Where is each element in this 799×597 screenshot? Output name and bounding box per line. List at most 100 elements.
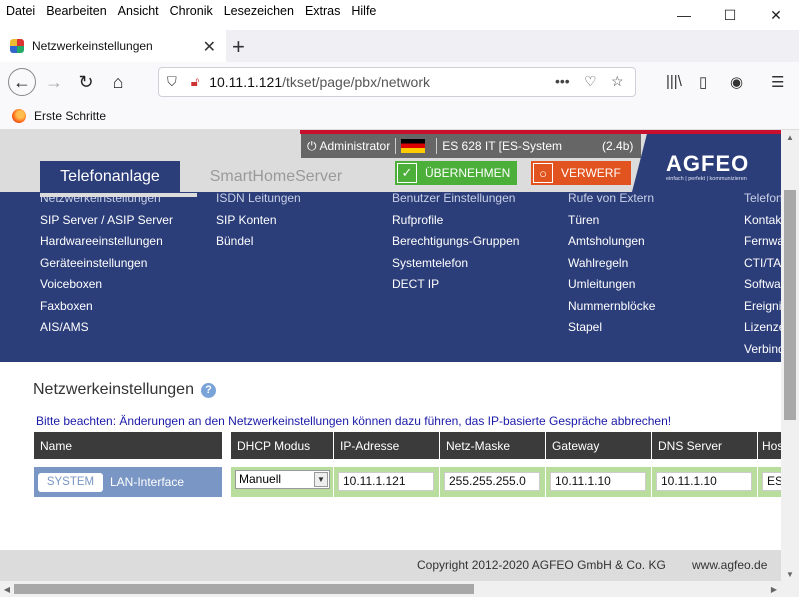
nav-item-ais-ams[interactable]: AIS/AMS [40,317,173,339]
nav-item-fernwartung[interactable]: Fernwartung [744,231,781,253]
nav-item-netzwerkeinstellungen[interactable]: Netzwerkeinstellungen [40,188,173,210]
nav-item-voiceboxen[interactable]: Voiceboxen [40,274,173,296]
horizontal-scroll-thumb[interactable] [14,584,474,594]
vertical-scroll-thumb[interactable] [784,190,796,420]
menu-datei[interactable]: Datei [6,4,35,18]
nav-item-stapel[interactable]: Stapel [568,317,655,339]
website-link[interactable]: www.agfeo.de [692,558,767,572]
vertical-scrollbar[interactable]: ▲ ▼ [781,130,799,581]
nav-item-sip-konten[interactable]: SIP Konten [216,210,301,232]
nav-item-tueren[interactable]: Türen [568,210,655,232]
horizontal-scrollbar[interactable]: ◀ ▶ [0,581,799,597]
nav-item-lizenzen[interactable]: Lizenzen [744,317,781,339]
header-name: Name [34,432,222,459]
nav-item-hardwareeinstellungen[interactable]: Hardwareeinstellungen [40,231,173,253]
back-icon[interactable]: ← [8,68,36,96]
nav-item-rufe-von-extern[interactable]: Rufe von Extern [568,188,655,210]
bookmark-erste-schritte[interactable]: Erste Schritte [34,109,106,123]
nav-item-rufprofile[interactable]: Rufprofile [392,210,519,232]
tab-netzwerkeinstellungen[interactable]: Netzwerkeinstellungen ✕ [0,30,226,62]
ip-address-input[interactable]: 10.11.1.121 [338,472,434,491]
dhcp-cell: Manuell ▼ [231,467,333,497]
menu-extras[interactable]: Extras [305,4,340,18]
nav-item-kontakte[interactable]: Kontakte [744,210,781,232]
account-icon[interactable]: ◉ [730,73,743,91]
page-title-text: Netzwerkeinstellungen [33,381,194,398]
nav-item-benutzer-einstellungen[interactable]: Benutzer Einstellungen [392,188,519,210]
user-label[interactable]: Administrator [320,139,391,153]
url-text[interactable]: 10.11.1.121/tkset/page/pbx/network [209,74,430,90]
scroll-right-icon[interactable]: ▶ [767,581,781,597]
app-header: ⏻ Administrator ES 628 IT [ES-System (2.… [0,130,781,192]
scroll-down-icon[interactable]: ▼ [781,567,799,581]
nav-item-ereignisse[interactable]: Ereignisse [744,296,781,318]
dns-cell: 10.11.1.10 [652,467,757,497]
nav-item-sip-server[interactable]: SIP Server / ASIP Server [40,210,173,232]
nav-item-isdn-leitungen[interactable]: ISDN Leitungen [216,188,301,210]
menu-bearbeiten[interactable]: Bearbeiten [46,4,106,18]
menu-ansicht[interactable]: Ansicht [118,4,159,18]
tab-close-icon[interactable]: ✕ [203,37,216,57]
nav-item-wahlregeln[interactable]: Wahlregeln [568,253,655,275]
web-content: ⏻ Administrator ES 628 IT [ES-System (2.… [0,130,781,581]
nav-item-software[interactable]: Software [744,274,781,296]
header-gateway: Gateway [546,432,651,459]
chevron-down-icon[interactable]: ▼ [314,472,328,487]
agfeo-favicon-icon [10,39,24,53]
window-controls: — ☐ ✕ [661,0,799,30]
nav-item-geraeteeinstellungen[interactable]: Geräteeinstellungen [40,253,173,275]
nav-item-buendel[interactable]: Bündel [216,231,301,253]
scroll-up-icon[interactable]: ▲ [781,130,799,144]
home-icon[interactable]: ⌂ [104,68,132,96]
menu-hilfe[interactable]: Hilfe [351,4,376,18]
nav-item-systemtelefon[interactable]: Systemtelefon [392,253,519,275]
nav-item-berechtigungs-gruppen[interactable]: Berechtigungs-Gruppen [392,231,519,253]
nav-item-amtsholungen[interactable]: Amtsholungen [568,231,655,253]
reload-icon[interactable]: ↻ [72,68,100,96]
nav-item-faxboxen[interactable]: Faxboxen [40,296,173,318]
dns-server-input[interactable]: 10.11.1.10 [656,472,752,491]
library-icon[interactable]: |||\ [666,73,682,90]
navigation-bar: ← → ↻ ⌂ ⛉ 🔓︎ 10.11.1.121/tkset/page/pbx/… [0,62,799,102]
sidebar-icon[interactable]: ▯ [699,73,707,91]
menu-chronik[interactable]: Chronik [170,4,213,18]
system-name: ES 628 IT [ES-System [442,139,563,153]
maximize-icon[interactable]: ☐ [707,0,753,30]
nav-item-nummernbloecke[interactable]: Nummernblöcke [568,296,655,318]
nav-item-dect-ip[interactable]: DECT IP [392,274,519,296]
menu-bar: Datei Bearbeiten Ansicht Chronik Lesezei… [0,0,387,22]
nav-item-cti-tapi[interactable]: CTI/TAPI [744,253,781,275]
menu-lesezeichen[interactable]: Lesezeichen [224,4,294,18]
minimize-icon[interactable]: — [661,0,707,30]
dhcp-mode-select[interactable]: Manuell ▼ [235,470,330,489]
copyright-text: Copyright 2012-2020 AGFEO GmbH & Co. KG [417,558,666,572]
insecure-lock-icon[interactable]: 🔓︎ [191,74,199,90]
nav-item-telefonbuch[interactable]: Telefonbuch [744,188,781,210]
german-flag-icon[interactable] [401,139,426,153]
discard-button[interactable]: ○ VERWERF [531,161,631,185]
help-icon[interactable]: ? [200,382,216,398]
page-actions-icon[interactable]: ••• [555,73,570,89]
tracking-shield-icon[interactable]: ⛉ [167,74,177,90]
netmask-input[interactable]: 255.255.255.0 [444,472,540,491]
scroll-left-icon[interactable]: ◀ [0,581,14,597]
nav-item-verbindungen[interactable]: Verbindungen [744,339,781,361]
nav-column-2: ISDN Leitungen SIP Konten Bündel [216,188,301,253]
new-tab-icon[interactable]: + [232,34,245,60]
checkmark-icon: ✓ [397,163,417,183]
power-icon[interactable]: ⏻ [307,139,317,154]
nav-column-3: Benutzer Einstellungen Rufprofile Berech… [392,188,519,296]
gateway-input[interactable]: 10.11.1.10 [550,472,646,491]
system-badge-button[interactable]: SYSTEM [38,472,103,492]
hamburger-menu-icon[interactable]: ☰ [771,73,784,91]
close-window-icon[interactable]: ✕ [753,0,799,30]
url-bar[interactable]: ⛉ 🔓︎ 10.11.1.121/tkset/page/pbx/network … [158,67,636,97]
nav-item-umleitungen[interactable]: Umleitungen [568,274,655,296]
url-path: /tkset/page/pbx/network [282,74,430,90]
bookmarks-bar: Erste Schritte [0,102,799,130]
bookmark-star-icon[interactable]: ☆ [611,73,624,90]
apply-button[interactable]: ✓ ÜBERNEHMEN [395,161,517,185]
forward-icon[interactable]: → [40,68,68,96]
hostname-input[interactable]: ES-628 [762,472,781,491]
pocket-icon[interactable]: ♡ [584,73,597,90]
